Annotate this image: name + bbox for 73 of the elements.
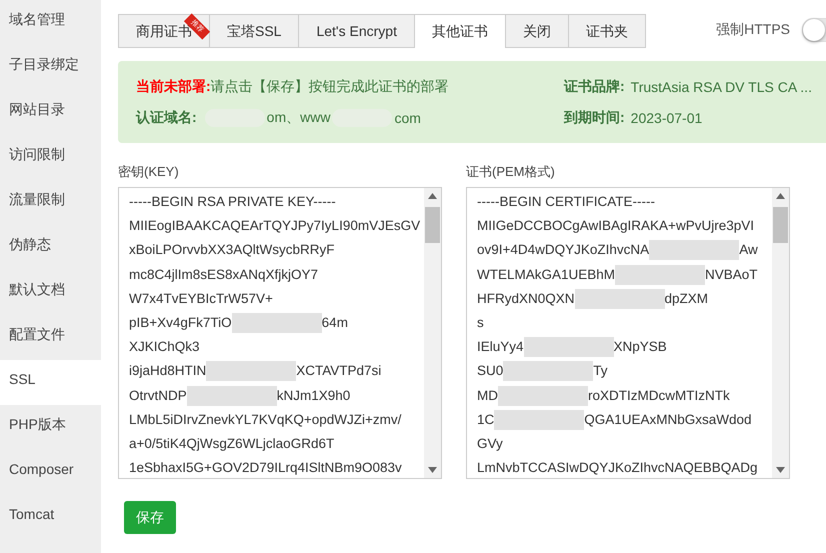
text-line: i9jaHd8HTIN [129,362,206,380]
text-line: a+0/5tiK4QjWsgZ6WLjclaoGRd6T [129,434,334,453]
sidebar-item[interactable]: 流量限制 [0,180,101,225]
text-line: MD [477,386,498,404]
text-line: IEluYy4 [477,338,524,356]
expiry-label: 到期时间: [564,108,625,126]
domain-text: om、www [266,108,330,126]
brand-label: 证书品牌: [564,78,625,96]
sidebar-item[interactable]: 访问限制 [0,135,101,180]
force-https-label: 强制HTTPS [716,21,790,39]
text-line: NVBAoT [705,266,758,284]
sidebar-item[interactable]: SSL [0,360,101,405]
tab[interactable]: 证书夹 [568,14,646,47]
text-line: mc8C4jlIm8sES8xANqXfjkjOY7 [129,266,318,284]
text-line: XJKIChQk3 [129,338,200,356]
field-label: 证书(PEM格式) [466,163,556,179]
text-line: W7x4TvEYBIcTrW57V+ [129,290,273,308]
sidebar-item[interactable]: 子目录绑定 [0,45,101,90]
text-line: LmNvbTCCASIwDQYJKoZIhvcNAQEBBQADg [477,459,758,478]
field-label: 密钥(KEY) [118,163,180,179]
sidebar-item[interactable]: 伪静态 [0,225,101,270]
sidebar-item[interactable]: 网站目录 [0,90,101,135]
text-line: 64m [322,314,348,332]
sidebar-item[interactable]: PHP版本 [0,405,101,450]
text-line: kNJm1X9h0 [276,386,350,404]
status-label: 当前未部署: [136,78,211,96]
domain-label: 认证域名: [136,108,197,126]
text-line: OtrvtNDP [129,386,187,404]
scrollbar[interactable] [772,188,789,478]
text-line: xBoiLPOrvvbXX3AQltWsycbRRyF [129,241,335,260]
scroll-up-icon[interactable] [428,193,437,199]
scrollbar-thumb[interactable] [773,207,788,243]
sidebar-item[interactable]: 默认文档 [0,270,101,315]
tab[interactable]: Let's Encrypt [299,14,415,47]
text-line: Aw [739,241,758,260]
scrollbar-thumb[interactable] [425,207,440,243]
text-line: roXDTIzMDcwMTIzNTk [588,386,730,404]
text-line: s [477,314,484,332]
text-area[interactable] [466,187,790,479]
status-message: 请点击【保存】按钮完成此证书的部署 [210,78,449,96]
text-line: -----BEGIN CERTIFICATE----- [477,193,655,211]
text-line: QGA1UEAxMNbGxsaWdod [584,410,752,429]
scrollbar[interactable] [424,188,441,478]
text-line: WTELMAkGA1UEBhM [477,266,616,284]
text-line: Ty [593,362,608,380]
scroll-down-icon[interactable] [428,467,437,473]
text-line: ov9I+4D4wDQYJKoZIhvcNA [477,241,650,260]
text-line: MIIGeDCCBOCgAwIBAgIRAKA+wPvUjre3pVI [477,217,754,236]
scroll-down-icon[interactable] [776,467,785,473]
text-line: HFRydXN0QXN [477,290,575,308]
text-line: pIB+Xv4gFk7TiO [129,314,232,332]
scroll-up-icon[interactable] [776,193,785,199]
brand-value: TrustAsia RSA DV TLS CA ... [630,78,812,94]
text-line: GVy [477,434,503,453]
text-line: XNpYSB [614,338,667,356]
sidebar-item[interactable]: Composer [0,450,101,495]
text-area[interactable] [118,187,442,479]
text-line: dpZXM [664,290,708,308]
text-line: XCTAVTPd7si [296,362,382,380]
domain-text: com [394,110,421,126]
text-line: MIIEogIBAAKCAQEArTQYJPy7IyLI90mVJEsGV [129,217,420,236]
tab[interactable]: 关闭 [506,14,569,47]
tab[interactable]: 宝塔SSL [210,14,300,47]
text-line: 1eSbhaxI5G+GOV2D79ILrq4ISltNBm9O083v [129,459,402,478]
sidebar-item[interactable]: 配置文件 [0,315,101,360]
tab[interactable]: 其他证书 [414,14,506,48]
text-line: LMbL5iDIrvZnevkYL7KVqKQ+opdWJZi+zmv/ [129,410,402,429]
text-line: -----BEGIN RSA PRIVATE KEY----- [129,193,336,211]
sidebar-item[interactable]: 域名管理 [0,0,101,45]
sidebar-item[interactable]: Tomcat [0,495,101,540]
expiry-value: 2023-07-01 [630,110,702,126]
text-line: 1C [477,410,494,429]
text-line: SU0 [477,362,504,380]
